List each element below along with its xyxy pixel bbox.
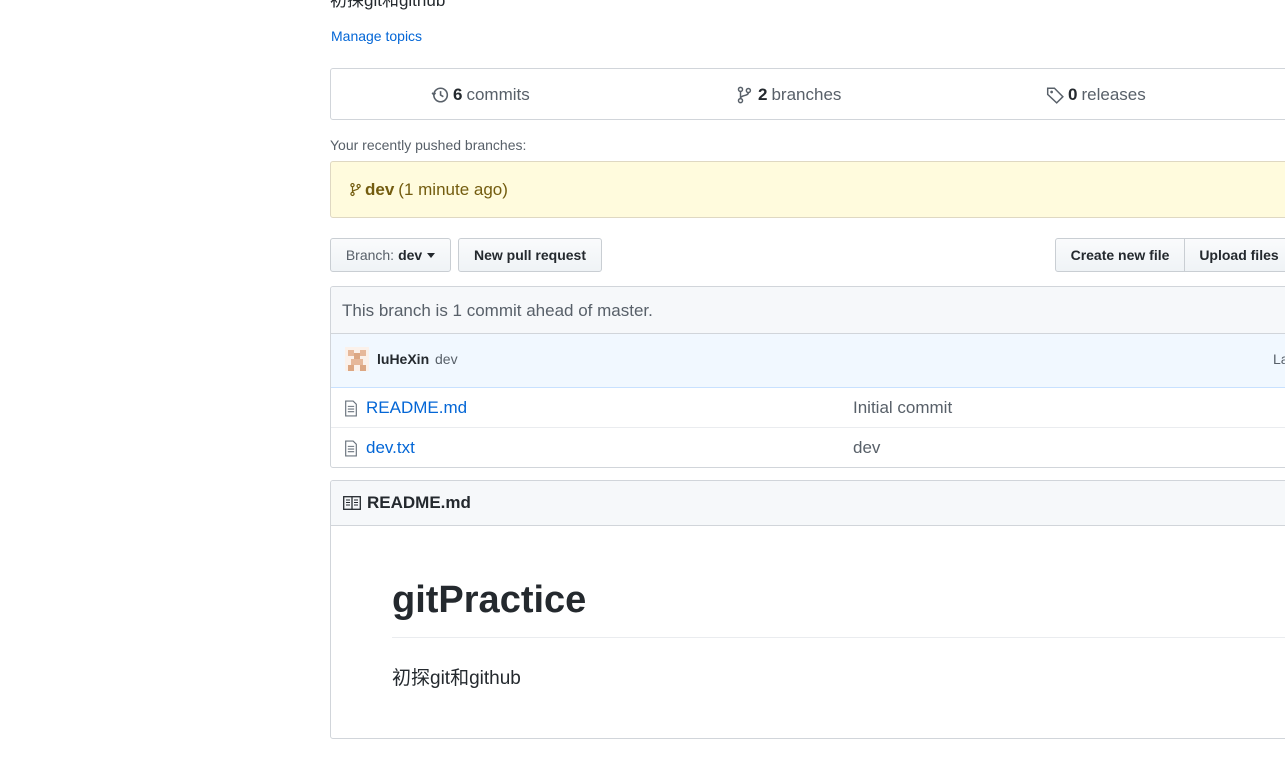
recent-branch-time: (1 minute ago) (398, 179, 508, 199)
history-icon (431, 87, 449, 103)
file-commit-message[interactable]: dev (853, 438, 880, 458)
commit-message[interactable]: dev (435, 351, 458, 367)
caret-down-icon (427, 252, 436, 258)
branch-select-button[interactable]: Branch: dev (330, 238, 451, 272)
commits-count: 6 (453, 85, 463, 104)
releases-label: releases (1081, 85, 1146, 104)
file-row: dev.txt dev (331, 428, 1285, 467)
file-icon (345, 440, 357, 457)
file-listing: This branch is 1 commit ahead of master.… (330, 286, 1285, 468)
commit-author[interactable]: luHeXin (377, 351, 429, 367)
file-name-link[interactable]: README.md (366, 398, 467, 418)
file-icon (345, 400, 357, 417)
manage-topics-link[interactable]: Manage topics (331, 28, 422, 44)
upload-files-button[interactable]: Upload files (1184, 238, 1285, 272)
git-branch-icon (737, 86, 752, 104)
branch-ahead-message: This branch is 1 commit ahead of master. (331, 287, 1285, 334)
new-pull-request-button[interactable]: New pull request (458, 238, 602, 272)
branches-link[interactable]: 2 branches (736, 85, 841, 105)
book-icon (343, 496, 361, 510)
readme-header-title: README.md (367, 493, 471, 512)
readme-paragraph: 初探git和github (392, 668, 521, 689)
repo-description: 初探git和github (330, 0, 446, 10)
latest-commit-label: La (1273, 351, 1285, 367)
tag-icon (1046, 87, 1064, 104)
file-row: README.md Initial commit (331, 388, 1285, 428)
commits-label: commits (466, 85, 530, 104)
branches-count: 2 (758, 85, 768, 104)
readme-heading: gitPractice (392, 579, 587, 621)
releases-count: 0 (1068, 85, 1078, 104)
avatar[interactable] (345, 347, 369, 371)
create-new-file-button[interactable]: Create new file (1055, 238, 1185, 272)
file-commit-message[interactable]: Initial commit (853, 398, 952, 418)
readme-panel: README.md gitPractice 初探git和github (330, 480, 1285, 739)
readme-heading-divider (392, 637, 1285, 638)
recent-branches-label: Your recently pushed branches: (330, 137, 527, 153)
latest-commit-bar: luHeXin dev La (331, 334, 1285, 388)
branch-select-prefix: Branch: (345, 247, 395, 263)
recent-branch-name[interactable]: dev (365, 180, 394, 200)
readme-header: README.md (331, 481, 1285, 526)
releases-link[interactable]: 0 releases (1046, 85, 1146, 105)
recent-branch-banner: dev (1 minute ago) (330, 161, 1285, 218)
git-branch-icon (350, 182, 361, 197)
repo-summary: 6 commits 2 branches 0 releases (330, 68, 1285, 120)
file-name-link[interactable]: dev.txt (366, 438, 415, 458)
commits-link[interactable]: 6 commits (431, 85, 530, 105)
branches-label: branches (771, 85, 842, 104)
branch-select-name: dev (398, 247, 423, 263)
